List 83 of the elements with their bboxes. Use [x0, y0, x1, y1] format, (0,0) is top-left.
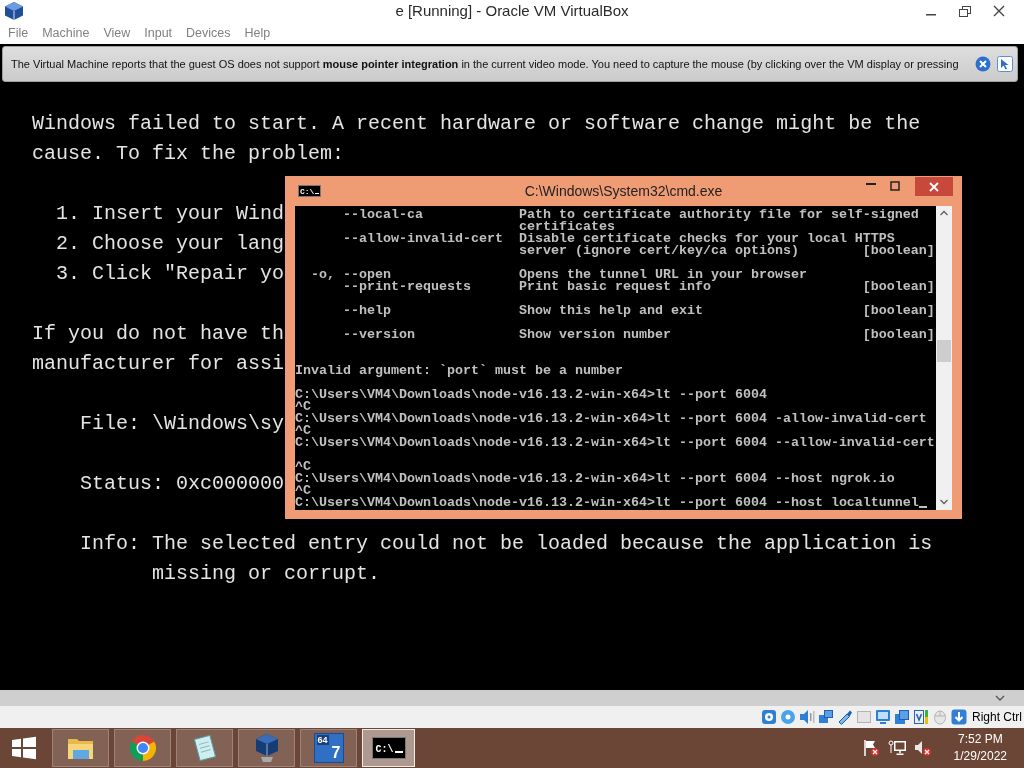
pen-icon: [837, 709, 853, 725]
menu-item[interactable]: File: [1, 25, 36, 41]
muted-speaker-icon: [913, 739, 932, 757]
console-line: -o, --open Opens the tunnel URL in your browser: [310, 269, 807, 281]
vertical-scrollbar[interactable]: [936, 206, 952, 510]
minimize-icon: [926, 14, 936, 16]
close-icon: [975, 56, 991, 72]
detail-value: \Windows\sy: [152, 411, 285, 437]
console-line: ^C: [295, 461, 311, 473]
pointer-icon: [997, 56, 1013, 72]
restore-icon: [959, 5, 971, 17]
window-title: C:\Windows\System32\cmd.exe: [524, 183, 723, 199]
console-line: --version Show version number [boolean]: [342, 329, 935, 341]
console-line: C:\Users\VM4\Downloads\node-v16.13.2-win-x64>lt --port 6004 --host localtunnel: [295, 497, 919, 509]
taskbar-button[interactable]: 64 7: [300, 729, 357, 767]
cursor-icon: [315, 192, 320, 194]
notification-text: The Virtual Machine reports that the guest OS does not support mouse pointer integration in the current video mode. You need to capture the mouse (by clicking over the VM display or pressing: [11, 58, 960, 70]
boot-step: 2. Choose your lang: [56, 229, 285, 259]
cursor-icon: [394, 751, 403, 753]
menu-item[interactable]: Help: [237, 25, 278, 41]
detail-label: File:: [80, 411, 140, 437]
clock-date: 1/29/2022: [953, 748, 1007, 765]
console-line: Invalid argument: `port` must be a number: [295, 365, 623, 377]
tile-text: C:\: [300, 187, 315, 196]
boot-note: If you do not have th: [32, 321, 285, 347]
taskbar-button[interactable]: [52, 729, 109, 767]
console-line: certificates: [517, 221, 615, 233]
empty-tile-icon: [856, 709, 872, 725]
boot-note: manufacturer for assi: [32, 351, 285, 377]
console-line: --help Show this help and exit [boolean]: [342, 305, 935, 317]
detail-label: Info:: [80, 531, 140, 557]
detail-value: 0xc000000: [176, 471, 285, 497]
menu-item[interactable]: Devices: [179, 25, 238, 41]
console-line: ^C: [295, 485, 311, 497]
network-icon: [887, 739, 906, 757]
menu-item[interactable]: View: [96, 25, 138, 41]
minimize-icon: [866, 183, 876, 185]
down-arrow-icon: [951, 709, 967, 725]
menu-item[interactable]: Machine: [35, 25, 97, 41]
console-line: ^C: [295, 425, 311, 437]
console-line: --allow-invalid-cert Disable certificate checks for your local HTTPS: [342, 233, 895, 245]
boot-message: Windows failed to start. A recent hardware or software change might be the cause. To fix the problem:: [32, 111, 922, 167]
close-button[interactable]: [915, 177, 953, 196]
close-icon: [993, 5, 1005, 17]
clock-time: 7:52 PM: [956, 731, 1004, 748]
close-icon: [929, 181, 939, 192]
overlapping-squares-icon: [818, 709, 834, 725]
cube-icon: [3, 1, 25, 21]
close-button[interactable]: [975, 56, 991, 72]
window-title: e [Running] - Oracle VM VirtualBox: [395, 1, 629, 21]
taskbar-button[interactable]: [238, 729, 295, 767]
four-panes-icon: [11, 736, 37, 760]
chevron-tile-icon: [913, 709, 929, 725]
detail-value: The selected entry could not be loaded because the application is missing or corrupt.: [152, 531, 934, 587]
console-line: C:\Users\VM4\Downloads\node-v16.13.2-win-x64>lt --port 6004 --allow-invalid-cert: [295, 437, 935, 449]
console-line: --print-requests Print basic request info [boolean]: [342, 281, 935, 293]
monitor-icon: [875, 709, 891, 725]
taskbar-button[interactable]: [176, 729, 233, 767]
console-line: C:\Users\VM4\Downloads\node-v16.13.2-win-x64>lt --port 6004 --host ngrok.io: [295, 473, 895, 485]
tile-text: 7: [331, 745, 341, 761]
host-key-label: Right Ctrl: [972, 710, 1022, 724]
disc-icon: [780, 709, 796, 725]
boot-step: 3. Click "Repair yo: [56, 259, 285, 289]
mouse-icon: [932, 709, 948, 725]
menu-item[interactable]: Input: [137, 25, 180, 41]
speaker-icon: [799, 709, 815, 725]
horizontal-scrollbar[interactable]: [0, 690, 1024, 706]
boot-step: 1. Insert your Wind: [56, 199, 285, 229]
flag-icon: [861, 739, 880, 757]
tile-text: C:\: [375, 744, 394, 755]
stacked-windows-icon: [894, 709, 910, 725]
console-line: server (ignore cert/key/ca options) [boolean]: [517, 245, 935, 257]
tile-text: 64: [316, 735, 329, 745]
console-line: ^C: [295, 401, 311, 413]
taskbar-button[interactable]: C:\: [362, 729, 415, 767]
taskbar-button[interactable]: [114, 729, 171, 767]
chevron-icon: [995, 694, 1005, 702]
console-line: --local-ca Path to certificate authority file for self-signed: [342, 209, 919, 221]
maximize-icon: [890, 181, 900, 191]
console-line: C:\Users\VM4\Downloads\node-v16.13.2-win-x64>lt --port 6004 -allow-invalid-cert: [295, 413, 927, 425]
console-line: C:\Users\VM4\Downloads\node-v16.13.2-win-x64>lt --port 6004: [295, 389, 767, 401]
detail-label: Status:: [80, 471, 164, 497]
pointer-button[interactable]: [997, 56, 1013, 72]
